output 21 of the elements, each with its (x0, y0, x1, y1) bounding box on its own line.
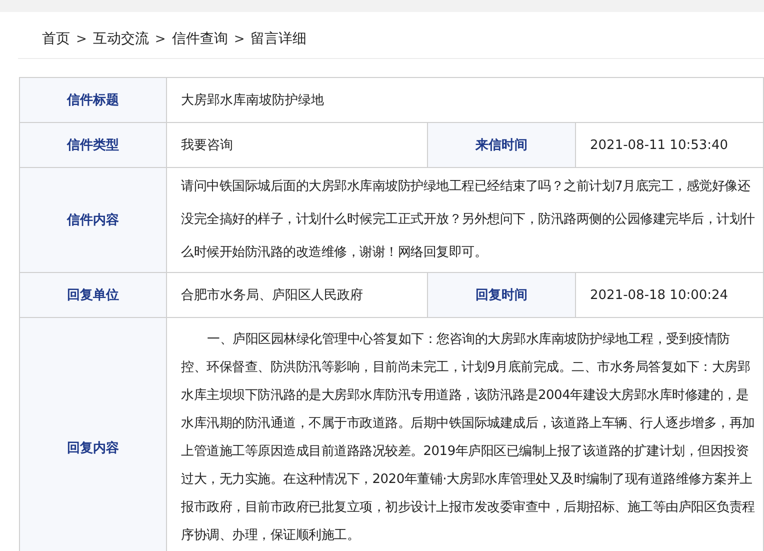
field-value: 2021-08-11 10:53:40 (590, 138, 728, 152)
field-label: 信件类型 (67, 138, 119, 153)
field-value: 大房郢水库南坡防护绿地 (181, 93, 324, 108)
field-label: 回复时间 (476, 288, 528, 303)
field-label: 信件标题 (67, 93, 119, 108)
field-label: 信件内容 (67, 213, 119, 228)
breadcrumb-link[interactable]: 首页 (42, 30, 70, 48)
field-value: 一、庐阳区园林绿化管理中心答复如下：您咨询的大房郢水库南坡防护绿地工程，受到疫情防控、环保督查、防洪防汛等影响，目前尚未完工，计划9月底前完成。二、市水务局答复如下：大房郢水库主坝坝下防汛路的是大房郢水库防汛专用道路，该防汛路是2004年建设大房郢水库时修建的，是水库汛期的防汛通道，不属于市政道路。后期中铁国际城建成后，该道路上车辆、行人逐步增多，再加上管道施工等原因造成目前道路路况较差。2019年庐阳区已编制上报了该道路的扩建计划，但因投资过大，无力实施。在这种情况下，2020年董铺·大房郢水库管理处又及时编制了现有道路维修方案并上报市政府，目前市政府已批复立项，初步设计上报市发改委审查中，后期招标、施工等由庐阳区负责程序协调、办理，保证顺利施工。 (181, 331, 755, 545)
field-value: 合肥市水务局、庐阳区人民政府 (181, 288, 363, 303)
breadcrumb-link[interactable]: 信件查询 (172, 30, 228, 48)
breadcrumb-link[interactable]: 互动交流 (92, 30, 149, 48)
field-value: 2021-08-18 10:00:24 (590, 288, 728, 302)
field-label: 回复内容 (67, 441, 119, 456)
field-label: 来信时间 (476, 138, 528, 153)
field-value: 我要咨询 (181, 138, 233, 153)
breadcrumb-link[interactable]: 留言详细 (250, 30, 307, 48)
field-value: 请问中铁国际城后面的大房郢水库南坡防护绿地工程已经结束了吗？之前计划7月底完工，感觉好像还没完全搞好的样子，计划什么时候完工正式开放？另外想问下，防汛路两侧的公园修建完毕后，计划什么时候开始防汛路的改造维修，谢谢！网络回复即可。 (181, 179, 755, 260)
field-label: 回复单位 (67, 288, 119, 303)
breadcrumb-separator: > (154, 32, 166, 46)
breadcrumb-separator: > (76, 32, 87, 46)
breadcrumb-separator: > (234, 32, 245, 46)
